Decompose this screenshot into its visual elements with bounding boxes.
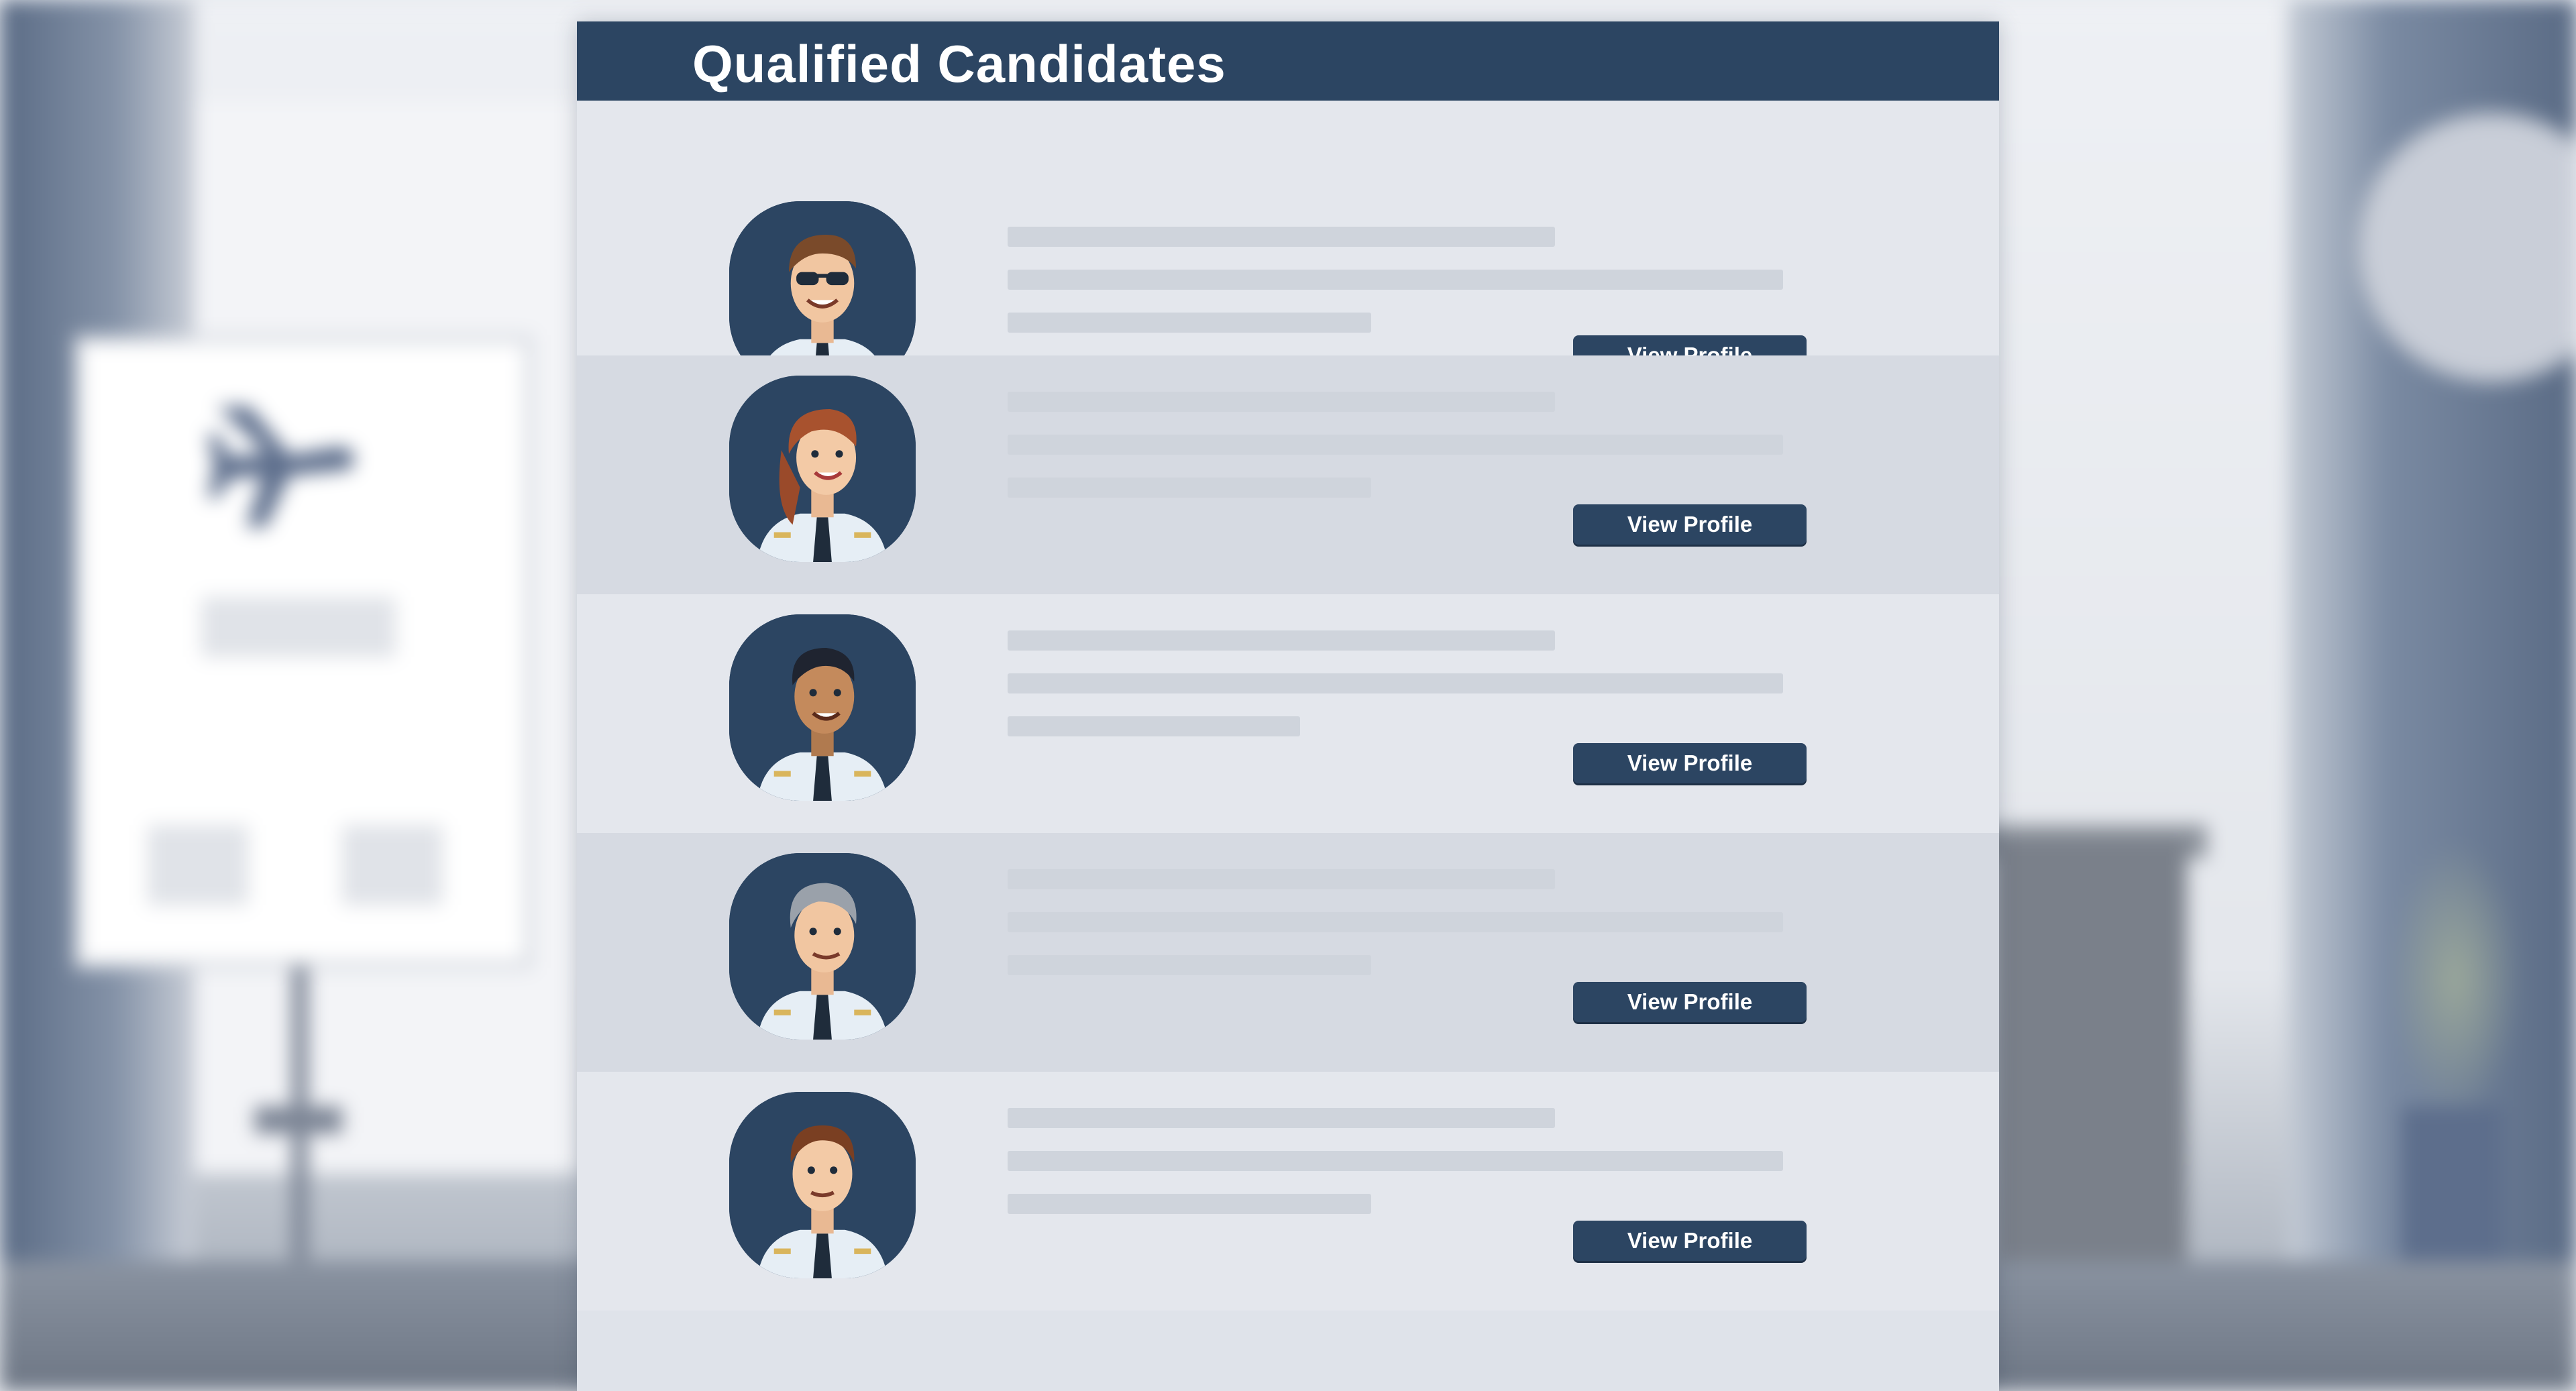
placeholder-line (1008, 435, 1783, 455)
placeholder-line (1008, 1194, 1371, 1214)
airplane-icon (207, 406, 354, 527)
placeholder-line (1008, 716, 1300, 736)
view-profile-button[interactable]: View Profile (1573, 1221, 1807, 1261)
candidate-list: View Profile View Profile View Profile V… (577, 101, 1999, 1311)
page-title: Qualified Candidates (692, 34, 1226, 93)
placeholder-line (1008, 955, 1371, 975)
view-profile-button[interactable]: View Profile (1573, 982, 1807, 1022)
plant-pot (2402, 1107, 2502, 1281)
pilot-female-avatar (729, 376, 916, 562)
placeholder-line (1008, 227, 1555, 247)
placeholder-line (1008, 478, 1371, 498)
placeholder-line (1008, 1151, 1783, 1171)
candidate-row: View Profile (577, 101, 1999, 388)
candidate-row: View Profile (577, 833, 1999, 1072)
view-profile-button[interactable]: View Profile (1573, 504, 1807, 545)
pilot-gray-hair-avatar (729, 853, 916, 1040)
candidate-row: View Profile (577, 594, 1999, 833)
placeholder-line (1008, 673, 1783, 693)
candidate-row: View Profile (577, 1072, 1999, 1311)
placeholder-line (1008, 270, 1783, 290)
placeholder-line (1008, 630, 1555, 651)
pilot-brown-hair-avatar (729, 1092, 916, 1278)
placeholder-line (1008, 313, 1371, 333)
view-profile-button[interactable]: View Profile (1573, 743, 1807, 783)
placeholder-line (1008, 912, 1783, 932)
panel-header: Qualified Candidates (577, 21, 1999, 101)
placeholder-line (1008, 1108, 1555, 1128)
placeholder-line (1008, 392, 1555, 412)
pilot-dark-hair-avatar (729, 614, 916, 801)
candidates-panel: Qualified Candidates View Profile View P… (577, 21, 1999, 1391)
candidate-row: View Profile (577, 355, 1999, 594)
placeholder-line (1008, 869, 1555, 889)
lectern (1992, 838, 2187, 1294)
